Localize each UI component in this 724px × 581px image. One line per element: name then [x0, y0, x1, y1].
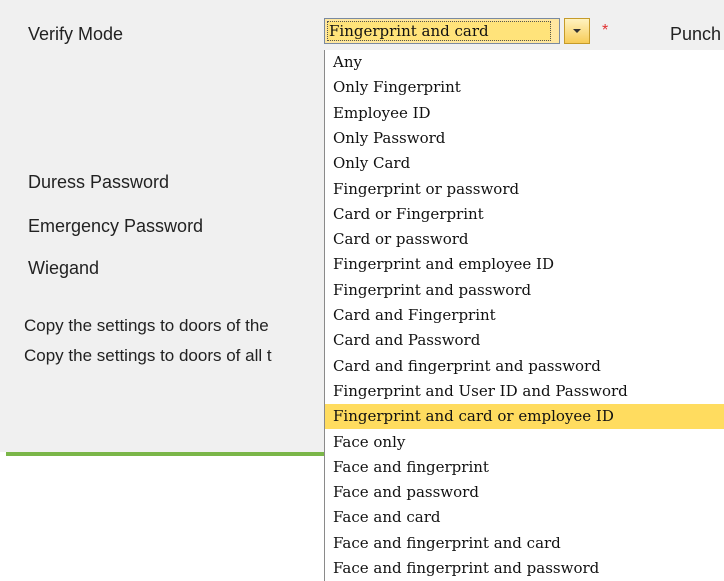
verify-mode-option[interactable]: Face only: [325, 430, 724, 455]
verify-mode-option[interactable]: Fingerprint and card or employee ID: [325, 404, 724, 430]
chevron-down-icon: [573, 29, 581, 33]
verify-mode-option[interactable]: Fingerprint or password: [325, 177, 724, 202]
verify-mode-option[interactable]: Face and fingerprint and card: [325, 531, 724, 556]
punch-label: Punch: [670, 24, 722, 44]
copy-to-doors-of-all-label: Copy the settings to doors of all t: [24, 346, 272, 365]
verify-mode-option[interactable]: Card or password: [325, 227, 724, 252]
verify-mode-option[interactable]: Face and fingerprint: [325, 455, 724, 480]
verify-mode-option[interactable]: Card and fingerprint and password: [325, 354, 724, 379]
wiegand-label: Wiegand: [28, 258, 100, 278]
verify-mode-option[interactable]: Fingerprint and User ID and Password: [325, 379, 724, 404]
verify-mode-option[interactable]: Employee ID: [325, 101, 724, 126]
verify-mode-option[interactable]: Only Card: [325, 151, 724, 176]
verify-mode-option[interactable]: Card and Password: [325, 328, 724, 353]
verify-mode-label: Verify Mode: [28, 24, 124, 44]
verify-mode-option[interactable]: Card and Fingerprint: [325, 303, 724, 328]
verify-mode-option[interactable]: Fingerprint and employee ID: [325, 252, 724, 277]
verify-mode-selected-value: Fingerprint and card: [329, 22, 489, 40]
verify-mode-option[interactable]: Face and fingerprint and password: [325, 556, 724, 581]
duress-password-label: Duress Password: [28, 172, 170, 192]
verify-mode-option[interactable]: Face and card: [325, 505, 724, 530]
emergency-password-label: Emergency Password: [28, 216, 204, 236]
verify-mode-option[interactable]: Only Password: [325, 126, 724, 151]
verify-mode-dropdown-button[interactable]: [564, 18, 590, 44]
verify-mode-option[interactable]: Fingerprint and password: [325, 278, 724, 303]
verify-mode-option[interactable]: Any: [325, 50, 724, 75]
verify-mode-select[interactable]: Fingerprint and card: [324, 18, 560, 44]
copy-to-doors-of-device-label: Copy the settings to doors of the: [24, 316, 269, 335]
verify-mode-option[interactable]: Only Fingerprint: [325, 75, 724, 100]
verify-mode-options-list[interactable]: Any Only Fingerprint Employee ID Only Passw…: [324, 50, 724, 581]
required-marker: *: [602, 22, 609, 39]
verify-mode-option[interactable]: Face and password: [325, 480, 724, 505]
verify-mode-option[interactable]: Card or Fingerprint: [325, 202, 724, 227]
